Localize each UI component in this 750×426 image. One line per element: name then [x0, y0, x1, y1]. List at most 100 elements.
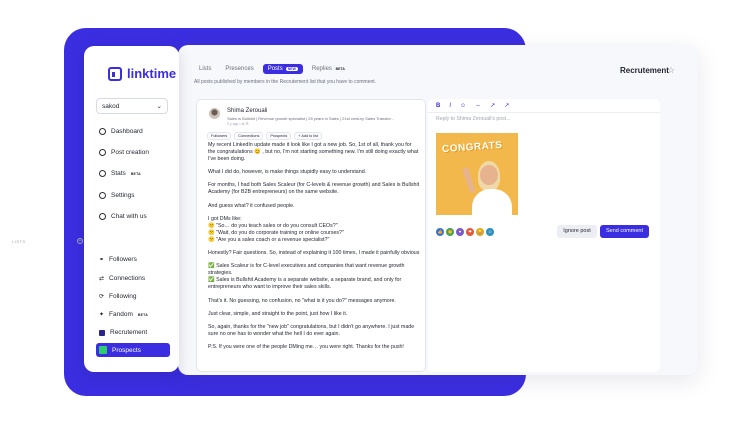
toolbar-divider — [428, 112, 660, 113]
emoji-icon[interactable]: ☺ — [460, 103, 466, 109]
post-author[interactable]: Shima Zerouali — [227, 108, 267, 114]
star-icon[interactable]: ☆ — [667, 65, 675, 76]
italic-button[interactable]: I — [449, 103, 451, 109]
post-paragraph: My recent LinkedIn update made it look l… — [208, 142, 419, 163]
list-item-label: Prospects — [112, 346, 141, 354]
list-color-swatch — [99, 346, 107, 354]
bold-button[interactable]: B — [436, 103, 440, 109]
sidebar: linktime sakod ⌄ Dashboard Post creation… — [84, 46, 179, 372]
pencil-icon — [99, 149, 106, 156]
chip-prospects[interactable]: Prospects — [266, 132, 292, 140]
image-person-arm — [462, 166, 476, 194]
sidebar-item-label: Chat with us — [111, 213, 147, 220]
post-paragraph: What I did do, however, is make things s… — [208, 169, 367, 176]
sidebar-item-dashboard[interactable]: Dashboard — [99, 128, 143, 135]
logo-icon — [108, 66, 122, 81]
send-comment-button[interactable]: Send comment — [600, 225, 649, 238]
funny-reaction-icon[interactable]: ☺ — [486, 228, 494, 236]
sidebar-item-label: Post creation — [111, 149, 149, 156]
tab-presences[interactable]: Presences — [220, 64, 258, 74]
followers-icon: ⚭ — [99, 257, 105, 263]
beta-badge: BETA — [335, 67, 345, 71]
tab-posts[interactable]: Posts NEW — [262, 64, 303, 74]
post-paragraph: Honestly? Fair questions. So, instead of… — [208, 250, 420, 257]
list-color-swatch — [99, 329, 105, 336]
page-title: Recrutement — [620, 66, 669, 75]
sidebar-item-settings[interactable]: Settings — [99, 192, 135, 199]
post-card: Shima Zerouali Sales is Bullshit | Reven… — [196, 99, 426, 372]
post-paragraph: Just clear, simple, and straight to the … — [208, 310, 348, 317]
screenshot-stage: linktime sakod ⌄ Dashboard Post creation… — [0, 0, 750, 426]
page-subtitle: All posts published by members in the Re… — [194, 79, 377, 85]
insightful-reaction-icon[interactable]: 💡 — [476, 228, 484, 236]
like-reaction-icon[interactable]: 👍 — [436, 228, 444, 236]
post-paragraph: And guess what? it confused people. — [208, 202, 295, 209]
list-item-prospects[interactable]: Prospects — [96, 343, 170, 357]
tab-lists[interactable]: Lists — [194, 64, 216, 74]
image-person-head — [480, 165, 498, 185]
new-badge: NEW — [285, 67, 298, 71]
list-chips: Followers Connections Prospects + Add to… — [207, 132, 322, 140]
post-author-headline: Sales is Bullshit | Revenue growth speci… — [227, 116, 394, 121]
list-item-following[interactable]: ⟳ Following — [99, 293, 137, 300]
tab-replies[interactable]: Replies BETA — [307, 64, 350, 74]
ignore-post-button[interactable]: Ignore post — [557, 225, 597, 238]
tab-label: Replies — [311, 66, 332, 72]
post-paragraph: That's it. No guessing, no confusion, no… — [208, 297, 396, 304]
editor-toolbar: B I ☺ ⇔ ↗ ↗ — [436, 102, 509, 110]
stats-icon — [99, 170, 106, 177]
add-to-list-button[interactable]: + Add to list — [294, 132, 322, 140]
list-item-label: Following — [109, 293, 137, 300]
list-item-label: Followers — [109, 256, 137, 263]
list-item-recrutement[interactable]: Recrutement — [99, 329, 147, 336]
add-list-icon[interactable]: + — [77, 238, 83, 244]
reply-panel: B I ☺ ⇔ ↗ ↗ Reply to Shima Zerouali's po… — [428, 99, 660, 372]
post-body: My recent LinkedIn update made it look l… — [208, 142, 420, 357]
logo[interactable]: linktime — [108, 66, 176, 81]
list-item-label: Recrutement — [110, 329, 148, 336]
sidebar-item-post-creation[interactable]: Post creation — [99, 149, 149, 156]
post-paragraph: P.S. If you were one of the people DMing… — [208, 343, 404, 350]
support-reaction-icon[interactable]: ♥ — [456, 228, 464, 236]
workspace-value: sakod — [102, 102, 120, 110]
love-reaction-icon[interactable]: ❤ — [466, 228, 474, 236]
image-person-body — [472, 189, 512, 215]
gear-icon — [99, 192, 106, 199]
lists-section-label: LISTS — [12, 239, 26, 244]
list-item-label: Connections — [109, 275, 146, 282]
reaction-bar: 👍 👏 ♥ ❤ 💡 ☺ — [436, 228, 494, 236]
tab-label: Posts — [267, 66, 283, 72]
following-icon: ⟳ — [99, 294, 105, 300]
reply-input[interactable]: Reply to Shima Zerouali's post... — [436, 116, 511, 122]
sidebar-item-stats[interactable]: Stats BETA — [99, 170, 141, 177]
list-item-fandom[interactable]: ✦ Fandom BETA — [99, 311, 148, 318]
beta-badge: BETA — [137, 312, 148, 317]
logo-text: linktime — [127, 66, 177, 81]
external-link-icon[interactable]: ↗ — [490, 102, 495, 109]
sidebar-item-label: Settings — [111, 192, 135, 199]
sidebar-item-chat[interactable]: Chat with us — [99, 213, 147, 220]
sidebar-item-label: Dashboard — [111, 128, 143, 135]
beta-badge: BETA — [130, 171, 141, 176]
chevron-down-icon: ⌄ — [156, 103, 162, 110]
celebrate-reaction-icon[interactable]: 👏 — [446, 228, 454, 236]
fandom-icon: ✦ — [99, 312, 105, 318]
list-item-connections[interactable]: ⇄ Connections — [99, 275, 145, 282]
list-item-label: Fandom — [109, 311, 133, 318]
post-image: CONGRATS — [436, 133, 518, 215]
workspace-select[interactable]: sakod ⌄ — [96, 98, 168, 114]
chip-connections[interactable]: Connections — [234, 132, 264, 140]
chip-followers[interactable]: Followers — [207, 132, 232, 140]
connections-icon: ⇄ — [99, 276, 105, 282]
tab-bar: Lists Presences Posts NEW Replies BETA — [194, 64, 350, 74]
sidebar-item-label: Stats — [111, 170, 126, 177]
open-post-icon[interactable]: ↗ — [504, 102, 509, 109]
mention-icon[interactable]: ⇔ — [475, 103, 481, 109]
post-paragraph: I got DMs like: 😕 "So… do you teach sale… — [208, 215, 344, 243]
post-paragraph: So, again, thanks for the "new job" cong… — [208, 323, 415, 337]
avatar[interactable] — [209, 108, 220, 119]
list-item-followers[interactable]: ⚭ Followers — [99, 256, 137, 263]
image-caption: CONGRATS — [441, 139, 503, 156]
post-paragraph: For months, I had both Sales Scaleur (fo… — [208, 182, 420, 196]
post-time: 2 y ago • ⊕ ☰ — [227, 122, 249, 126]
